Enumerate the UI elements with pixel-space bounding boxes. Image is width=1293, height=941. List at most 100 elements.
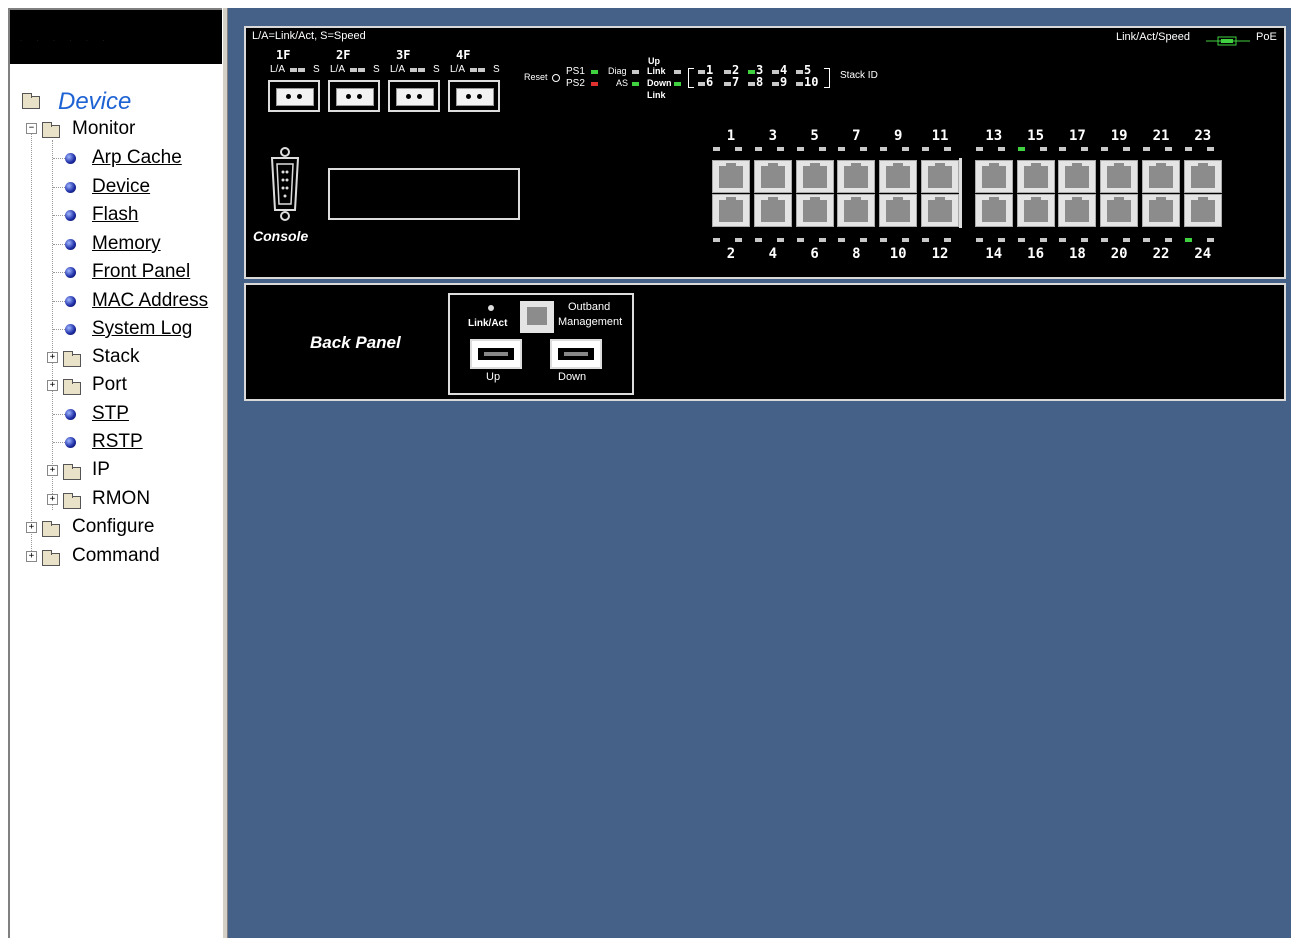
tree-item-stack[interactable]: Stack [92,344,140,370]
port-led [1081,238,1089,242]
expand-icon[interactable]: + [26,522,37,533]
tree-link-arp-cache[interactable]: Arp Cache [92,145,182,171]
port-led [776,238,784,242]
reset-button-icon[interactable] [552,74,560,82]
ethernet-port[interactable] [1016,194,1055,227]
ethernet-port[interactable] [974,160,1013,193]
back-panel-label: Back Panel [310,333,401,352]
tree-link-mac-address[interactable]: MAC Address [92,288,208,314]
sfp-port-2f[interactable] [328,80,380,112]
nav-header-bar: . . . . . . [10,10,222,64]
tree-link-system-log[interactable]: System Log [92,316,192,342]
ethernet-port[interactable] [1100,194,1139,227]
port-number: 16 [1027,246,1045,262]
ethernet-port[interactable] [879,194,918,227]
legend-right: Link/Act/Speed [1116,31,1190,43]
ethernet-port[interactable] [1058,160,1097,193]
ethernet-port[interactable] [795,160,834,193]
ethernet-port[interactable] [712,194,750,227]
ethernet-port[interactable] [1100,160,1139,193]
sfp-la-label: L/A [270,64,286,75]
link-act-led [488,305,494,311]
tree-item-rmon[interactable]: RMON [92,486,150,512]
tree-item-ip[interactable]: IP [92,457,110,483]
sfp-port-3f[interactable] [388,80,440,112]
sfp-la-label: L/A [390,64,406,75]
sfp-port-4f[interactable] [448,80,500,112]
ethernet-port[interactable] [1142,194,1180,227]
port-number: 2 [726,246,736,262]
port-led [754,147,762,151]
ethernet-port[interactable] [753,160,792,193]
ethernet-port[interactable] [974,194,1013,227]
console-port-icon[interactable] [266,146,304,222]
tree-link-flash[interactable]: Flash [92,202,138,228]
ethernet-port[interactable] [921,194,959,227]
ethernet-port[interactable] [879,160,918,193]
ethernet-port[interactable] [837,194,876,227]
expand-icon[interactable]: + [47,465,58,476]
collapse-icon[interactable]: − [26,123,37,134]
sfp-s-label: S [433,64,440,75]
tree-link-front-panel[interactable]: Front Panel [92,259,190,285]
ethernet-port[interactable] [1183,160,1222,193]
navigation-pane: . . . . . . Device − Monitor Arp Cache D… [8,8,222,938]
ethernet-port[interactable] [1058,194,1097,227]
folder-icon [63,493,81,509]
port-led [754,238,762,242]
device-title[interactable]: Device [58,88,131,116]
tree-item-command[interactable]: Command [72,543,160,569]
expand-icon[interactable]: + [47,380,58,391]
tree-item-configure[interactable]: Configure [72,514,154,540]
port-number: 22 [1152,246,1170,262]
stack-down-port-icon[interactable] [550,339,602,369]
downlink-label: Link [647,90,666,100]
ethernet-port[interactable] [753,194,792,227]
ethernet-port[interactable] [1183,194,1222,227]
ethernet-port[interactable] [712,160,750,193]
folder-icon [42,521,60,537]
folder-icon [63,351,81,367]
ethernet-port[interactable] [795,194,834,227]
bracket-icon [688,68,694,88]
tree-link-stp[interactable]: STP [92,401,129,427]
mgmt-port-icon[interactable] [520,301,554,333]
tree-link-rstp[interactable]: RSTP [92,429,143,455]
down-label: Down [647,78,672,88]
sfp-port-1f[interactable] [268,80,320,112]
bullet-icon [65,182,76,193]
ethernet-port[interactable] [837,160,876,193]
port-led [902,238,910,242]
port-led [1143,238,1150,242]
port-led [776,147,784,151]
expand-icon[interactable]: + [47,494,58,505]
port-number: 8 [852,246,861,262]
content-pane: L/A=Link/Act, S=Speed Link/Act/Speed PoE… [228,8,1291,938]
tree-link-device[interactable]: Device [92,174,150,200]
down-port-label: Down [558,371,587,383]
folder-icon [42,550,60,566]
ethernet-port[interactable] [1142,160,1180,193]
port-led [922,238,929,242]
port-led [818,238,826,242]
port-led [1184,147,1192,151]
tree-link-memory[interactable]: Memory [92,231,161,257]
ethernet-port[interactable] [921,160,959,193]
tree-item-port[interactable]: Port [92,372,127,398]
link-act-label: Link/Act [468,318,508,329]
port-led [1059,238,1067,242]
as-led [632,82,639,86]
expand-icon[interactable]: + [26,551,37,562]
port-led [735,147,742,151]
port-number: 7 [852,128,861,144]
uplink-label: Link [647,66,666,76]
port-led [1206,147,1214,151]
expand-icon[interactable]: + [47,352,58,363]
bullet-icon [65,437,76,448]
outband-label: Outband [568,301,611,313]
stack-up-port-icon[interactable] [470,339,522,369]
sfp-label-2f: 2F [336,48,351,62]
tree-item-monitor[interactable]: Monitor [72,116,135,142]
ethernet-port[interactable] [1016,160,1055,193]
port-number: 6 [810,246,819,262]
